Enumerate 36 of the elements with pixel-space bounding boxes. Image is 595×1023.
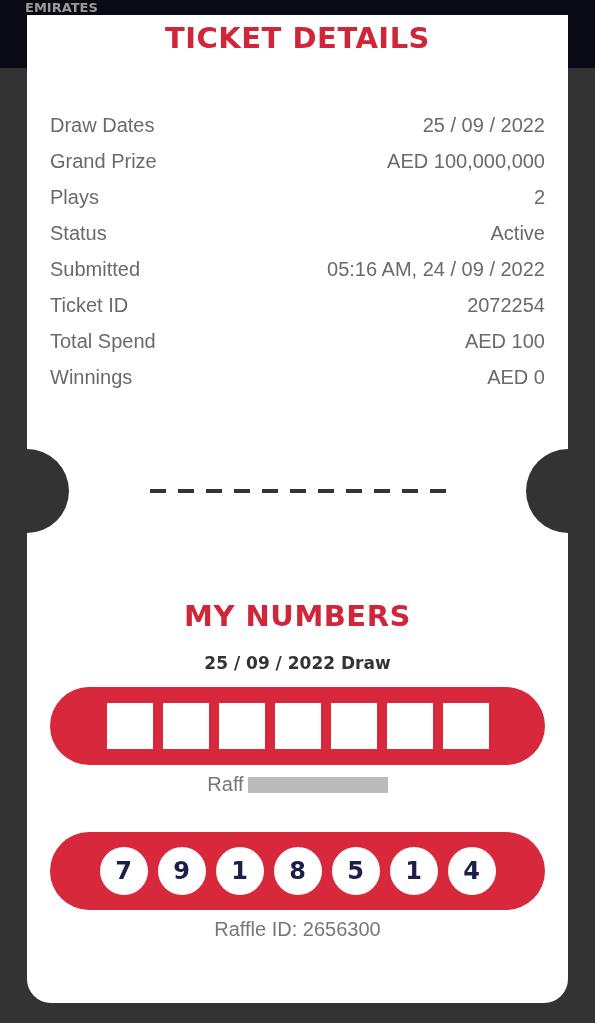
draw-date: 25 / 09 / 2022 Draw bbox=[204, 653, 391, 673]
ticket-details-title: TICKET DETAILS bbox=[165, 21, 430, 55]
redacted-block bbox=[386, 703, 433, 749]
detail-value: AED 100,000,000 bbox=[387, 149, 545, 174]
detail-value: AED 100 bbox=[464, 329, 545, 354]
detail-value: 25 / 09 / 2022 bbox=[422, 113, 545, 138]
brand-name: EMIRATES bbox=[25, 0, 98, 15]
raffle-id: Raff bbox=[207, 773, 244, 796]
detail-label: Plays bbox=[50, 185, 99, 210]
detail-value: AED 0 bbox=[487, 365, 545, 390]
detail-label: Ticket ID bbox=[50, 293, 129, 318]
detail-value: 05:16 AM, 24 / 09 / 2022 bbox=[327, 257, 545, 282]
number-ball: 1 bbox=[215, 847, 264, 895]
number-ball: 1 bbox=[389, 847, 438, 895]
number-ball: 8 bbox=[273, 847, 322, 895]
detail-label: Status bbox=[50, 221, 107, 246]
redacted-block bbox=[274, 703, 321, 749]
redacted-block bbox=[162, 703, 209, 749]
detail-label: Draw Dates bbox=[50, 113, 155, 138]
number-ball: 7 bbox=[99, 847, 148, 895]
redacted-block bbox=[330, 703, 377, 749]
detail-label: Total Spend bbox=[50, 329, 156, 354]
number-ball: 4 bbox=[447, 847, 496, 895]
redacted-block bbox=[106, 703, 153, 749]
number-ball: 5 bbox=[331, 847, 380, 895]
detail-value: Active bbox=[490, 221, 545, 246]
detail-value: 2072254 bbox=[467, 293, 545, 318]
my-numbers-title: MY NUMBERS bbox=[184, 599, 411, 633]
raffle-id: Raffle ID: 2656300 bbox=[214, 918, 381, 941]
detail-label: Submitted bbox=[50, 257, 141, 282]
detail-value: 2 bbox=[533, 185, 545, 210]
number-ball: 9 bbox=[157, 847, 206, 895]
detail-label: Winnings bbox=[50, 365, 133, 390]
detail-label: Grand Prize bbox=[50, 149, 157, 174]
redacted-block bbox=[218, 703, 265, 749]
redacted-block bbox=[442, 703, 489, 749]
